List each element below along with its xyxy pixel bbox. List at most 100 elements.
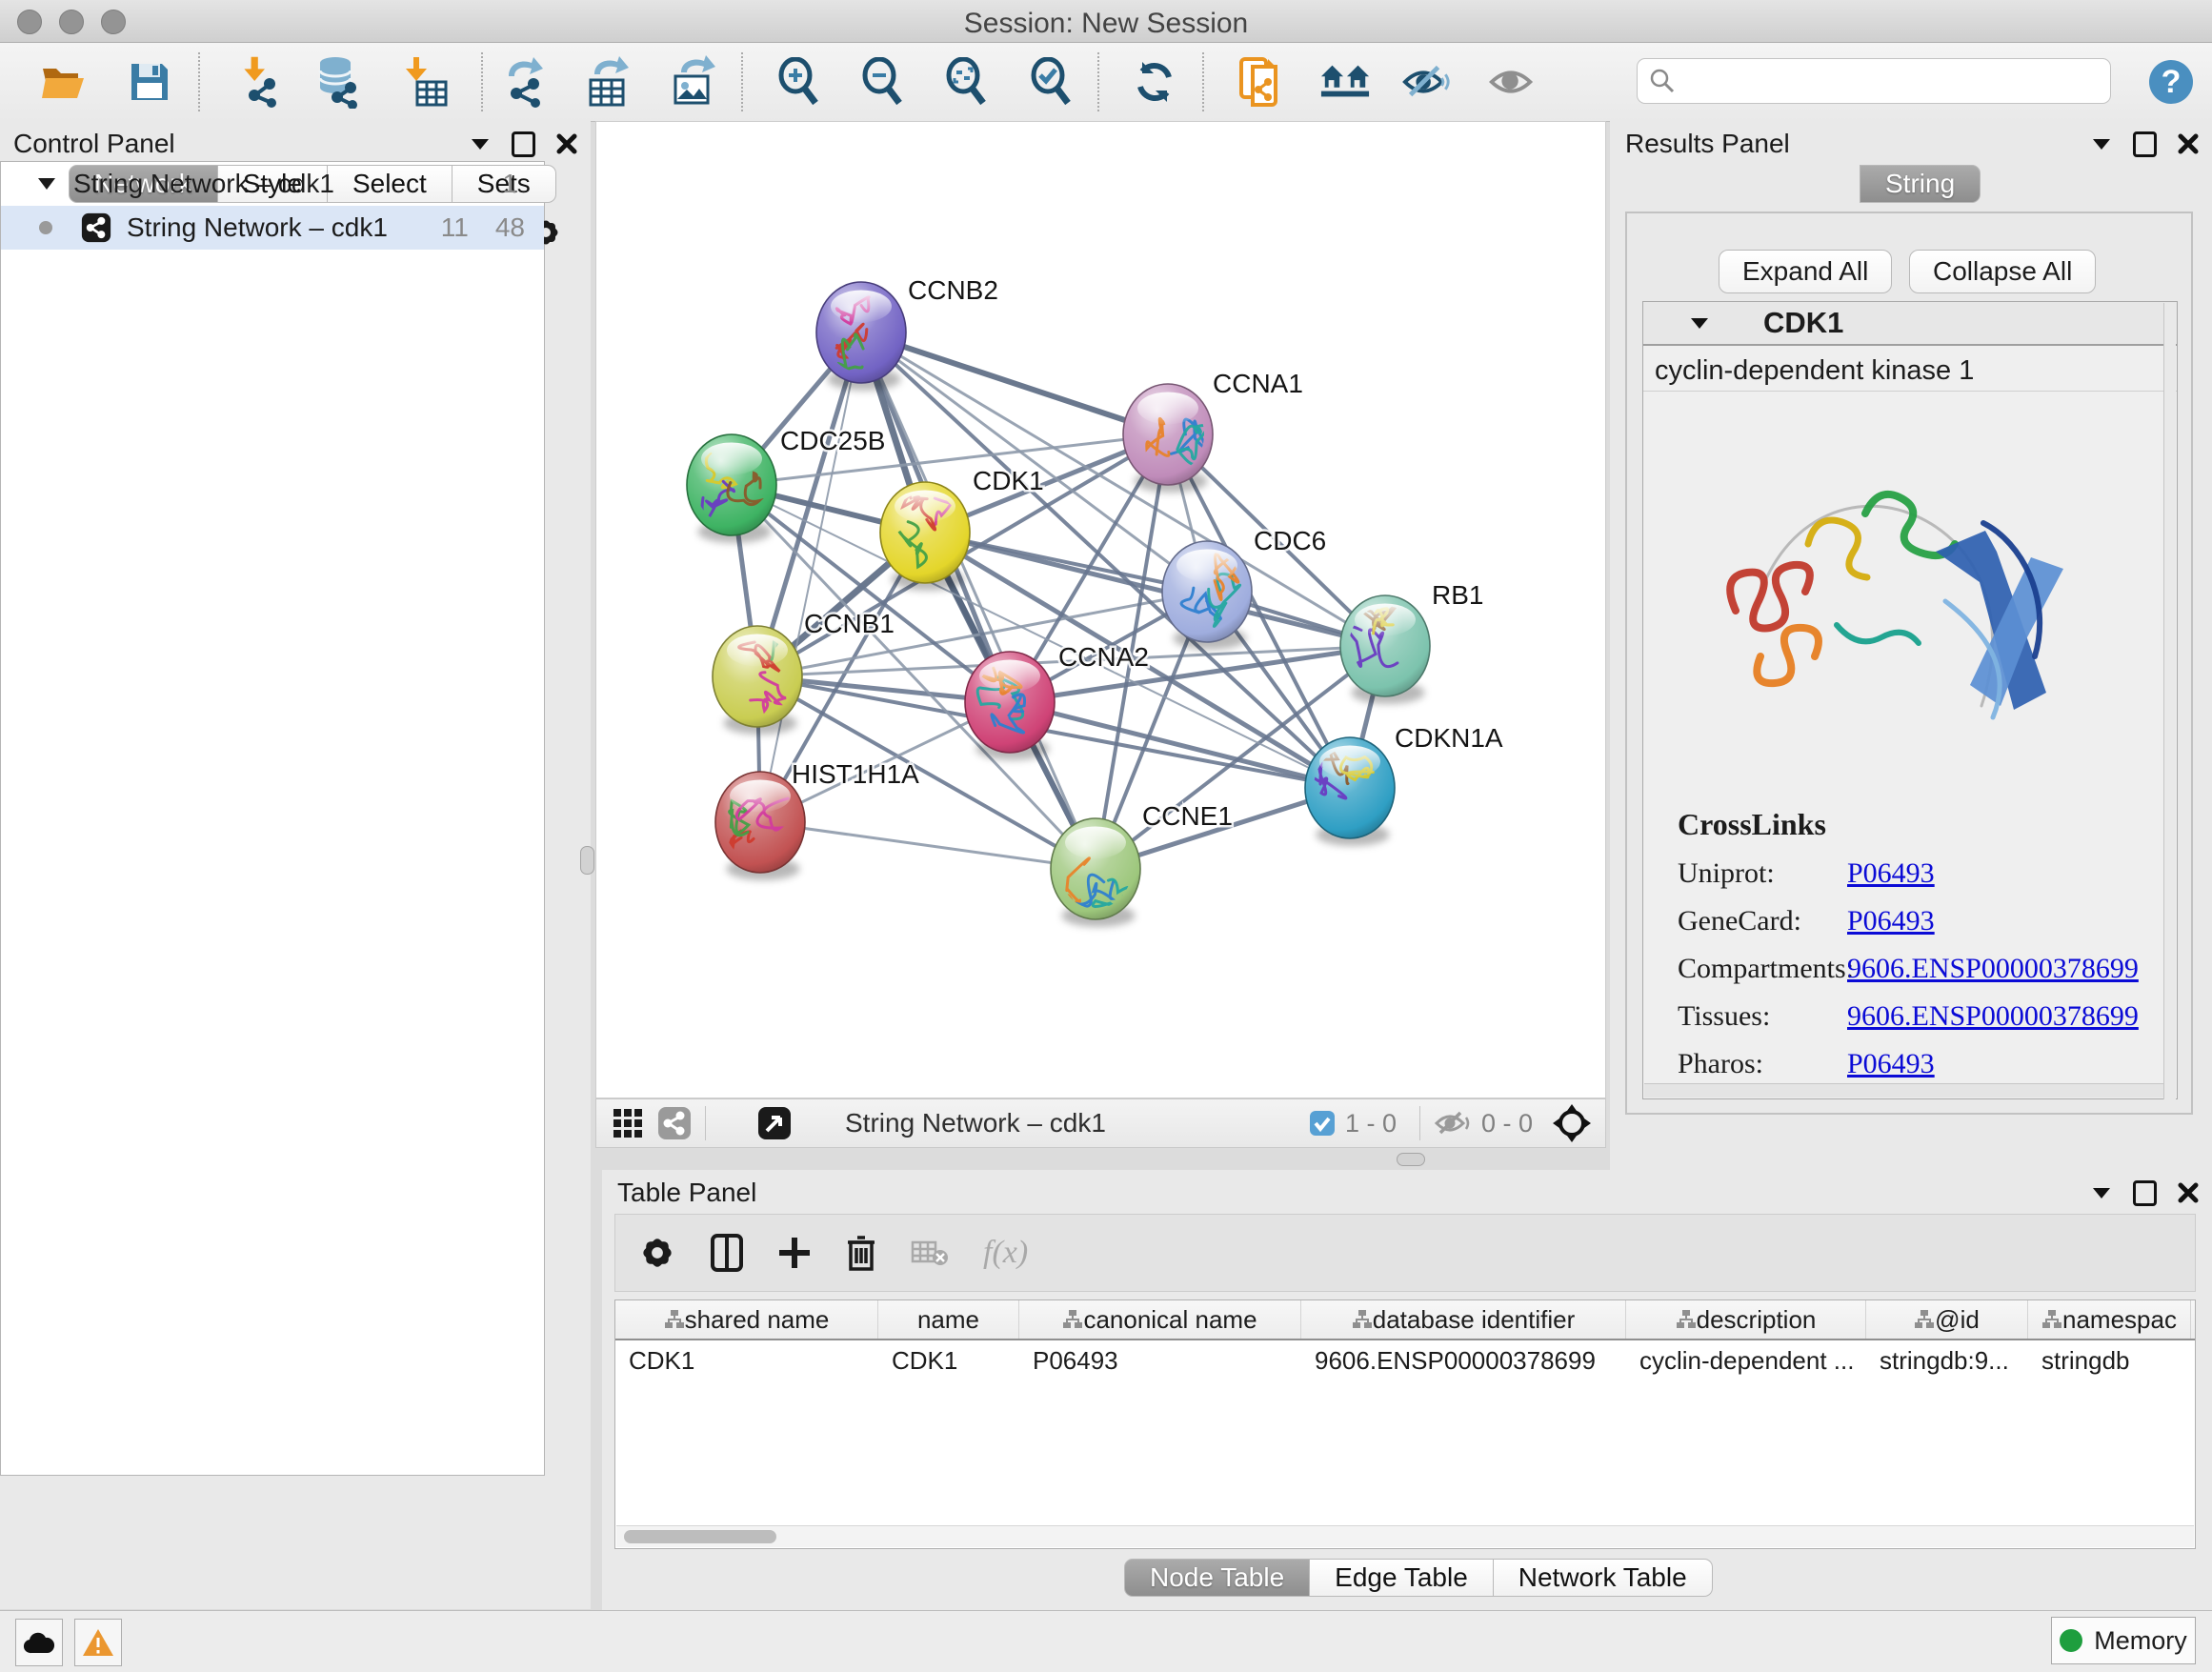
crosslink-row: GeneCard:P06493	[1678, 905, 2177, 937]
entry-collapse-icon[interactable]	[1689, 316, 1710, 330]
open-session-button[interactable]	[38, 56, 90, 108]
panel-float-icon[interactable]	[2133, 131, 2157, 157]
table-cell[interactable]: CDK1	[615, 1340, 878, 1380]
home-networks-button[interactable]	[1319, 56, 1371, 108]
import-table-button[interactable]	[400, 56, 452, 108]
table-row[interactable]: CDK1CDK1P064939606.ENSP00000378699cyclin…	[615, 1340, 2195, 1380]
zoom-fit-button[interactable]	[941, 56, 993, 108]
tab-node-table[interactable]: Node Table	[1124, 1559, 1310, 1597]
help-button[interactable]: ?	[2145, 56, 2197, 108]
search-input[interactable]	[1676, 66, 2089, 97]
tab-edge-table[interactable]: Edge Table	[1310, 1559, 1494, 1597]
table-toolbar: f(x)	[614, 1214, 2196, 1292]
crosslink-row: Uniprot:P06493	[1678, 857, 2177, 890]
card-horizontal-scrollbar[interactable]	[1644, 1083, 2166, 1098]
crosslink-link[interactable]: 9606.ENSP00000378699	[1847, 1000, 2139, 1033]
table-cell[interactable]: cyclin-dependent ...	[1626, 1340, 1866, 1380]
panel-menu-icon[interactable]	[2091, 1186, 2112, 1199]
graph-node-CCNB2[interactable]	[816, 282, 906, 391]
scrollbar-thumb[interactable]	[624, 1530, 776, 1543]
panel-close-icon[interactable]	[2178, 133, 2199, 154]
zoom-in-button[interactable]	[774, 56, 825, 108]
graph-node-CDK1[interactable]	[880, 482, 970, 591]
panel-close-icon[interactable]	[2178, 1182, 2199, 1203]
network-canvas[interactable]: CCNB2CCNA1CDC25BCDK1CDC6RB1CCNB1CCNA2CDK…	[595, 121, 1606, 1098]
import-network-from-database-button[interactable]	[312, 56, 364, 108]
selected-checkbox-icon[interactable]	[1309, 1110, 1336, 1137]
graph-node-RB1[interactable]	[1340, 595, 1430, 704]
tab-network-table[interactable]: Network Table	[1494, 1559, 1713, 1597]
horizontal-splitter-handle[interactable]	[1397, 1153, 1425, 1166]
crosslink-link[interactable]: P06493	[1847, 905, 1935, 937]
zoom-out-button[interactable]	[857, 56, 909, 108]
grid-view-icon[interactable]	[612, 1107, 644, 1139]
panel-float-icon[interactable]	[512, 131, 535, 157]
network-tree-row[interactable]: String Network – cdk11	[1, 162, 544, 206]
table-cell[interactable]: CDK1	[878, 1340, 1019, 1380]
apply-layout-button[interactable]	[1129, 56, 1180, 108]
graph-node-CDKN1A[interactable]	[1305, 737, 1395, 846]
delete-column-icon[interactable]	[846, 1235, 876, 1271]
column-header-shared-name[interactable]: shared name	[615, 1300, 878, 1339]
import-network-button[interactable]	[232, 56, 284, 108]
warnings-button[interactable]	[74, 1619, 122, 1666]
zoom-selected-button[interactable]	[1026, 56, 1077, 108]
detach-view-icon[interactable]	[757, 1106, 792, 1140]
table-settings-gear-icon[interactable]	[638, 1234, 676, 1272]
crosslink-link[interactable]: 9606.ENSP00000378699	[1847, 953, 2139, 985]
graph-node-CCNE1[interactable]	[1051, 818, 1140, 927]
toolbar-divider	[705, 1106, 706, 1140]
column-header-canonical-name[interactable]: canonical name	[1019, 1300, 1301, 1339]
hidden-eye-slash-icon[interactable]	[1434, 1109, 1472, 1138]
show-all-button[interactable]	[1486, 56, 1538, 108]
expand-all-button[interactable]: Expand All	[1719, 250, 1892, 293]
network-view-icon[interactable]	[657, 1106, 692, 1140]
table-cell[interactable]: P06493	[1019, 1340, 1301, 1380]
crosslink-row: Pharos:P06493	[1678, 1048, 2177, 1080]
column-header-name[interactable]: name	[878, 1300, 1019, 1339]
memory-button[interactable]: Memory	[2051, 1617, 2196, 1664]
table-cell[interactable]: stringdb:9...	[1866, 1340, 2028, 1380]
birds-eye-crosshair-icon[interactable]	[1552, 1103, 1592, 1143]
crosslink-row: Tissues:9606.ENSP00000378699	[1678, 1000, 2177, 1033]
export-table-button[interactable]	[582, 56, 633, 108]
panel-menu-icon[interactable]	[470, 137, 491, 151]
tab-string[interactable]: String	[1860, 165, 1981, 203]
export-network-button[interactable]	[500, 56, 552, 108]
search-box[interactable]	[1637, 58, 2111, 104]
crosslink-link[interactable]: P06493	[1847, 857, 1935, 890]
node-entry-header[interactable]: CDK1	[1643, 302, 2177, 346]
network-graph[interactable]: CCNB2CCNA1CDC25BCDK1CDC6RB1CCNB1CCNA2CDK…	[596, 122, 1605, 1098]
hide-selected-button[interactable]	[1401, 56, 1453, 108]
column-header-namespac[interactable]: namespac	[2028, 1300, 2191, 1339]
node-label-HIST1H1A: HIST1H1A	[792, 759, 919, 789]
column-header--id[interactable]: @id	[1866, 1300, 2028, 1339]
card-vertical-scrollbar[interactable]	[2163, 303, 2176, 1099]
graph-node-CDC25B[interactable]	[687, 434, 776, 543]
cloud-status-button[interactable]	[15, 1619, 63, 1666]
vertical-splitter-handle-left[interactable]	[580, 846, 594, 875]
panel-close-icon[interactable]	[556, 133, 577, 154]
export-image-button[interactable]	[667, 56, 718, 108]
graph-node-CCNB1[interactable]	[713, 626, 802, 735]
add-column-icon[interactable]	[777, 1236, 812, 1270]
crosslink-link[interactable]: P06493	[1847, 1048, 1935, 1080]
collapse-all-button[interactable]: Collapse All	[1909, 250, 2096, 293]
table-horizontal-scrollbar[interactable]	[616, 1525, 2194, 1547]
column-header-description[interactable]: description	[1626, 1300, 1866, 1339]
graph-node-CDC6[interactable]	[1162, 541, 1252, 650]
panel-menu-icon[interactable]	[2091, 137, 2112, 151]
copy-network-button[interactable]	[1235, 56, 1286, 108]
show-columns-icon[interactable]	[711, 1234, 743, 1272]
zoom-in-icon	[775, 57, 823, 107]
panel-float-icon[interactable]	[2133, 1180, 2157, 1206]
save-session-button[interactable]	[124, 56, 175, 108]
tree-expand-icon[interactable]	[37, 177, 56, 191]
network-view-title: String Network – cdk1	[845, 1108, 1106, 1138]
column-header-database-identifier[interactable]: database identifier	[1301, 1300, 1626, 1339]
network-tree-row[interactable]: String Network – cdk11148	[1, 206, 544, 250]
toolbar-separator	[481, 52, 483, 111]
table-cell[interactable]: 9606.ENSP00000378699	[1301, 1340, 1626, 1380]
table-cell[interactable]: stringdb	[2028, 1340, 2191, 1380]
graph-node-CCNA1[interactable]	[1123, 384, 1213, 493]
